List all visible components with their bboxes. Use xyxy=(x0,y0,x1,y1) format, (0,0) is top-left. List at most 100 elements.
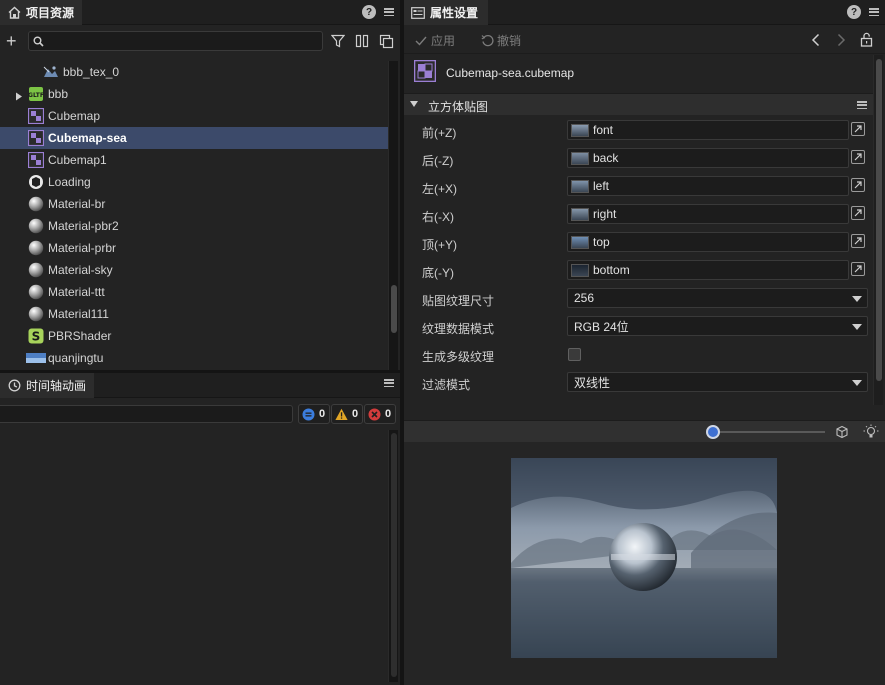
asset-tree-row[interactable]: quanjingtu xyxy=(0,347,388,369)
cubemap-preview-image[interactable] xyxy=(511,458,777,658)
face-texture-field[interactable]: right xyxy=(567,204,849,224)
section-title: 立方体贴图 xyxy=(428,100,489,114)
properties-panel: 属性设置 ? 应用 撤销 Cubemap-sea.cubemap 立方体贴图 前… xyxy=(404,0,885,685)
tab-label: 项目资源 xyxy=(26,6,75,20)
pane-divider-horizontal[interactable] xyxy=(0,370,400,373)
console-toolbar: 0 0 0 xyxy=(0,401,400,427)
help-icon[interactable]: ? xyxy=(362,5,376,19)
warning-count-badge[interactable]: 0 xyxy=(331,404,364,424)
texture-size-value: 256 xyxy=(574,291,595,305)
forward-arrow-icon[interactable] xyxy=(835,33,847,47)
error-count-badge[interactable]: 0 xyxy=(364,404,397,424)
asset-tree-row[interactable]: Material-br xyxy=(0,193,388,215)
properties-scrollbar[interactable] xyxy=(873,55,883,405)
unlock-icon[interactable] xyxy=(860,32,874,48)
select-asset-icon[interactable] xyxy=(851,178,865,192)
face-texture-field[interactable]: font xyxy=(567,120,849,140)
help-icon[interactable]: ? xyxy=(847,5,861,19)
svg-text:S: S xyxy=(32,330,41,344)
panel-menu-icon[interactable] xyxy=(384,378,394,388)
select-asset-icon[interactable] xyxy=(851,206,865,220)
file-header: Cubemap-sea.cubemap xyxy=(404,55,873,93)
cube-icon[interactable] xyxy=(835,425,849,439)
svg-text:GLTF: GLTF xyxy=(28,92,44,99)
asset-tree-row[interactable]: Material-ttt xyxy=(0,281,388,303)
asset-tree-row[interactable]: Material-pbr2 xyxy=(0,215,388,237)
zoom-slider-handle[interactable] xyxy=(706,425,720,439)
asset-tree-row[interactable]: Loading xyxy=(0,171,388,193)
properties-scrollbar-thumb[interactable] xyxy=(876,59,882,381)
tab-timeline-animation[interactable]: 时间轴动画 xyxy=(0,373,94,398)
asset-search-input[interactable] xyxy=(27,31,323,51)
face-texture-field[interactable]: back xyxy=(567,148,849,168)
back-arrow-icon[interactable] xyxy=(810,33,822,47)
timeline-panel: 时间轴动画 0 0 0 xyxy=(0,373,400,685)
cubemap-face-row: 顶(+Y) top xyxy=(404,229,873,257)
face-texture-thumbnail xyxy=(571,235,589,249)
face-texture-name: bottom xyxy=(593,263,630,277)
asset-tree-row[interactable]: Cubemap1 xyxy=(0,149,388,171)
apply-label: 应用 xyxy=(431,34,456,48)
asset-tree-label: PBRShader xyxy=(48,329,112,343)
cubemap-face-row: 前(+Z) font xyxy=(404,117,873,145)
pane-divider[interactable] xyxy=(400,0,404,685)
select-asset-icon[interactable] xyxy=(851,234,865,248)
collapse-all-icon[interactable] xyxy=(378,33,394,49)
face-texture-field[interactable]: bottom xyxy=(567,260,849,280)
texture-size-select[interactable]: 256 xyxy=(567,288,868,308)
face-texture-thumbnail xyxy=(571,151,589,165)
asset-tree-row[interactable]: Cubemap xyxy=(0,105,388,127)
select-asset-icon[interactable] xyxy=(851,262,865,276)
assets-scrollbar-thumb[interactable] xyxy=(391,285,397,333)
tab-project-assets[interactable]: 项目资源 xyxy=(0,0,82,25)
dropdown-caret-icon xyxy=(852,380,862,386)
console-search-input[interactable] xyxy=(0,405,293,423)
face-texture-field[interactable]: left xyxy=(567,176,849,196)
timeline-scrollbar-thumb[interactable] xyxy=(391,433,397,677)
tab-properties[interactable]: 属性设置 xyxy=(404,0,488,25)
section-menu-icon[interactable] xyxy=(857,100,867,110)
undo-button[interactable]: 撤销 xyxy=(480,32,521,49)
asset-tree-row[interactable]: GLTF bbb xyxy=(0,83,388,105)
expand-arrow-icon[interactable] xyxy=(15,90,23,101)
zoom-slider-track[interactable] xyxy=(713,431,825,433)
data-mode-label: 纹理数据模式 xyxy=(422,322,495,336)
properties-toolbar: 应用 撤销 xyxy=(404,26,885,54)
timeline-scrollbar[interactable] xyxy=(388,430,398,682)
asset-tree-label: Material-sky xyxy=(48,263,113,277)
asset-tree-label: Material-prbr xyxy=(48,241,117,255)
light-bulb-icon[interactable] xyxy=(863,424,879,440)
mipmap-checkbox[interactable] xyxy=(568,348,581,361)
face-texture-thumbnail xyxy=(571,263,589,277)
asset-tree-label: quanjingtu xyxy=(48,351,104,365)
data-mode-select[interactable]: RGB 24位 xyxy=(567,316,868,336)
cubemap-icon xyxy=(28,130,44,146)
cubemap-icon xyxy=(28,152,44,168)
panel-menu-icon[interactable] xyxy=(384,7,394,17)
asset-tree-row[interactable]: Material111 xyxy=(0,303,388,325)
filter-mode-label: 过滤模式 xyxy=(422,378,471,392)
filter-mode-select[interactable]: 双线性 xyxy=(567,372,868,392)
split-view-icon[interactable] xyxy=(354,33,370,49)
asset-tree-label: Material-pbr2 xyxy=(48,219,119,233)
select-asset-icon[interactable] xyxy=(851,122,865,136)
home-icon xyxy=(7,6,21,20)
apply-button[interactable]: 应用 xyxy=(414,32,455,49)
cubemap-preview-area xyxy=(404,442,885,685)
assets-scrollbar[interactable] xyxy=(388,61,398,370)
cubemap-section-header[interactable]: 立方体贴图 xyxy=(404,93,873,115)
asset-tree-row[interactable]: Material-prbr xyxy=(0,237,388,259)
info-count-badge[interactable]: 0 xyxy=(298,404,331,424)
asset-tree-row[interactable]: bbb_tex_0 xyxy=(0,61,388,83)
asset-tree-row[interactable]: S PBRShader xyxy=(0,325,388,347)
texture-size-row: 贴图纹理尺寸 256 xyxy=(404,285,873,313)
info-count: 0 xyxy=(319,408,326,420)
panel-menu-icon[interactable] xyxy=(869,7,879,17)
asset-tree-row[interactable]: Material-sky xyxy=(0,259,388,281)
asset-tree-row[interactable]: Cubemap-sea xyxy=(0,127,388,149)
asset-tree-label: Cubemap1 xyxy=(48,153,107,167)
filter-icon[interactable] xyxy=(331,33,347,49)
face-texture-field[interactable]: top xyxy=(567,232,849,252)
add-asset-button[interactable]: + xyxy=(6,32,20,50)
select-asset-icon[interactable] xyxy=(851,150,865,164)
